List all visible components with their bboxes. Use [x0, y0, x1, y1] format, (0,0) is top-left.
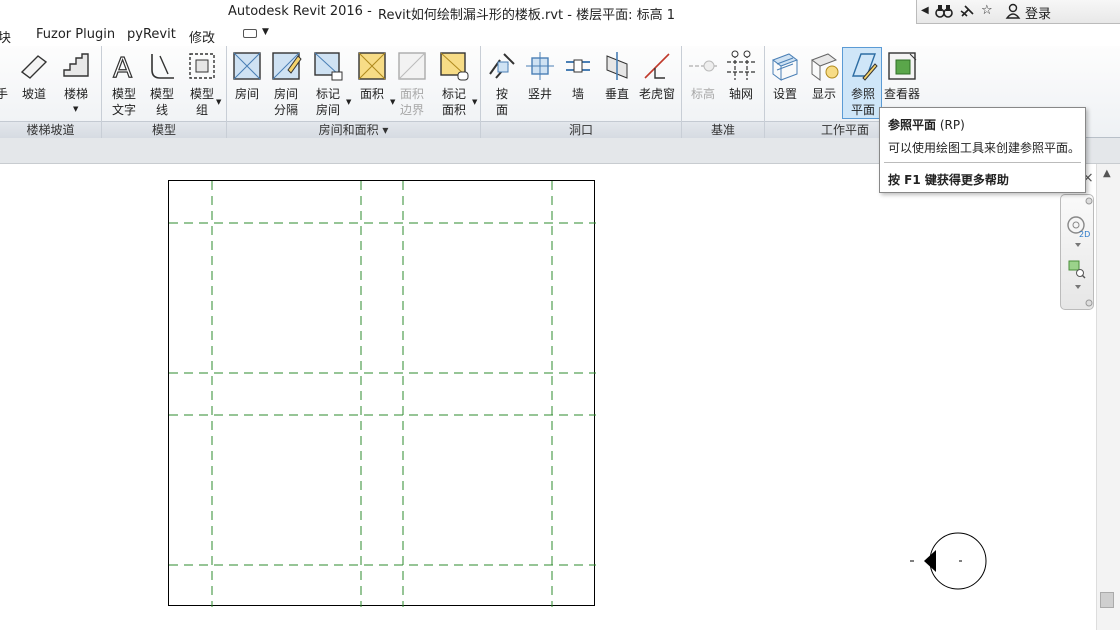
- opening-by-face-button[interactable]: 按 面: [482, 48, 522, 120]
- show-workplane-icon: [810, 53, 839, 81]
- ref-plane-button[interactable]: 参照 平面: [842, 47, 882, 119]
- tab-fuzor-plugin[interactable]: Fuzor Plugin: [36, 27, 115, 42]
- set-workplane-icon: [771, 53, 799, 81]
- tooltip-divider: [884, 162, 1081, 163]
- vertical-opening-icon: [606, 52, 628, 80]
- room-separator-icon: [272, 52, 302, 80]
- room-icon: [233, 52, 261, 80]
- stair-button[interactable]: 楼梯 ▼: [56, 48, 96, 120]
- tag-room-button[interactable]: 标记 房间 ▼: [308, 48, 351, 120]
- info-center: ◀ ☆ 登录: [916, 0, 1120, 24]
- drawing-canvas[interactable]: [0, 164, 1120, 630]
- tooltip-description: 可以使用绘图工具来创建参照平面。: [888, 141, 1081, 155]
- svg-text:2D: 2D: [1079, 230, 1090, 239]
- model-text-icon: A: [112, 50, 132, 82]
- set-workplane-button[interactable]: 设置: [765, 48, 805, 120]
- dormer-button[interactable]: 老虎窗: [637, 48, 677, 120]
- navigation-wheel-icon[interactable]: 2D: [1067, 216, 1090, 247]
- tab-massing[interactable]: 块: [0, 27, 11, 46]
- tooltip-title-text: 参照平面: [888, 118, 937, 132]
- tooltip-title: 参照平面 (RP): [888, 116, 965, 133]
- scroll-left-icon[interactable]: ◀: [921, 5, 929, 16]
- title-bar: Autodesk Revit 2016 - Revit如何绘制漏斗形的楼板.rv…: [0, 0, 1120, 24]
- shaft-button[interactable]: 竖井: [520, 48, 560, 120]
- tab-modify[interactable]: 修改: [189, 27, 215, 46]
- reference-planes: [169, 181, 596, 607]
- panel-title-opening: 洞口: [481, 121, 681, 138]
- area-icon: [358, 52, 386, 80]
- panel-title-stairs: 楼梯坡道: [0, 121, 101, 138]
- level-icon: [689, 60, 717, 72]
- grid-icon: [727, 50, 755, 80]
- viewer-icon: [888, 52, 917, 80]
- binoculars-icon[interactable]: [935, 3, 953, 23]
- ribbon-tabs: 块 Fuzor Plugin pyRevit 修改 ▼: [0, 24, 1120, 46]
- satellite-icon[interactable]: [959, 3, 977, 23]
- tooltip-shortcut: (RP): [939, 118, 965, 132]
- scrollbar-thumb[interactable]: [1100, 592, 1114, 608]
- svg-text:A: A: [113, 51, 132, 82]
- area-boundary-icon: [398, 52, 426, 80]
- login-link[interactable]: 登录: [1025, 3, 1051, 22]
- revit-window: Autodesk Revit 2016 - Revit如何绘制漏斗形的楼板.rv…: [0, 0, 1120, 630]
- star-icon[interactable]: ☆: [981, 3, 993, 18]
- model-line-icon: [151, 54, 174, 79]
- tooltip-help: 按 F1 键获得更多帮助: [888, 173, 1009, 187]
- elevation-marker-icon[interactable]: [910, 532, 990, 592]
- stair-icon: [63, 53, 89, 77]
- grid-button[interactable]: 轴网: [721, 48, 761, 120]
- panel-toggle-button[interactable]: [243, 29, 257, 38]
- panel-title-datum: 基准: [682, 121, 764, 138]
- panel-title-model: 模型: [102, 121, 226, 138]
- dropdown-arrow-icon[interactable]: ▼: [73, 105, 78, 113]
- vertical-opening-button[interactable]: 垂直: [597, 48, 637, 120]
- wall-opening-icon: [566, 59, 590, 73]
- tag-room-icon: [314, 52, 343, 81]
- panel-title-room-area[interactable]: 房间和面积 ▾: [227, 121, 480, 138]
- ramp-button[interactable]: 坡道: [14, 48, 54, 120]
- ref-plane-icon: [852, 53, 878, 81]
- document-title: Revit如何绘制漏斗形的楼板.rvt - 楼层平面: 标高 1: [378, 8, 675, 23]
- opening-by-face-icon: [489, 53, 515, 79]
- tab-pyrevit[interactable]: pyRevit: [127, 27, 176, 42]
- floor-boundary: [168, 180, 596, 607]
- level-button[interactable]: 标高: [683, 48, 723, 120]
- model-group-button[interactable]: 模型 组 ▼: [182, 48, 222, 120]
- ref-plane-tooltip: 参照平面 (RP) 可以使用绘图工具来创建参照平面。 按 F1 键获得更多帮助: [879, 107, 1086, 193]
- scroll-up-icon[interactable]: ▲: [1103, 168, 1111, 179]
- viewer-label: 查看器: [883, 87, 920, 101]
- ramp-icon: [20, 55, 48, 79]
- tag-area-icon: [440, 52, 469, 81]
- tag-area-button[interactable]: 标记 面积 ▼: [434, 48, 477, 120]
- user-icon[interactable]: [1005, 3, 1021, 23]
- model-group-icon: [189, 53, 215, 79]
- zoom-icon[interactable]: [1068, 260, 1086, 289]
- app-title: Autodesk Revit 2016 -: [228, 4, 372, 19]
- dormer-icon: [644, 53, 670, 79]
- dropdown-arrow-icon[interactable]: ▼: [262, 27, 269, 37]
- navigation-bar: 2D: [1060, 194, 1094, 310]
- wall-opening-button[interactable]: 墙: [558, 48, 598, 120]
- vertical-scrollbar[interactable]: ▲: [1096, 164, 1120, 630]
- shaft-icon: [526, 52, 554, 80]
